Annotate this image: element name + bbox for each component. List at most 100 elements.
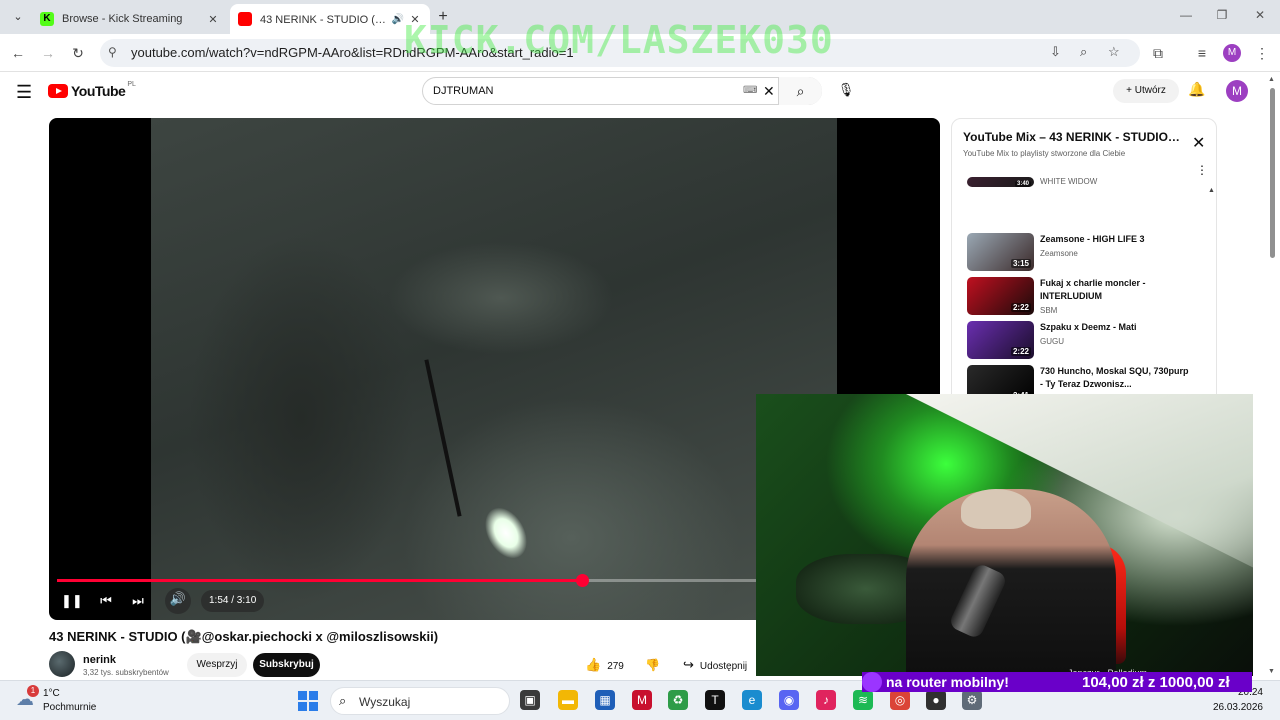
playlist-item[interactable]: 2:22 Fukaj x charlie moncler - INTERLUDIU… <box>967 277 1197 317</box>
playlist-item-title[interactable]: Zeamsone - HIGH LIFE 3 <box>1040 233 1190 246</box>
close-window-icon[interactable]: ✕ <box>1250 8 1270 22</box>
profile-avatar[interactable]: M <box>1223 44 1241 62</box>
forward-icon[interactable]: → <box>38 43 58 63</box>
settings-icon[interactable]: ⚙ <box>962 690 982 710</box>
speaker-icon[interactable]: 🔊 <box>392 14 404 25</box>
duration-badge: 2:22 <box>1010 303 1031 312</box>
back-icon[interactable]: ← <box>8 43 28 63</box>
channel-name[interactable]: nerink <box>83 654 116 666</box>
playlist-thumbnail[interactable]: 3:40 <box>967 177 1034 187</box>
tradingview-icon[interactable]: T <box>705 690 725 710</box>
weather-condition[interactable]: Pochmurnie <box>43 702 96 713</box>
playlist-item-title[interactable]: 730 Huncho, Moskal SQU, 730purp - Ty Ter… <box>1040 365 1190 391</box>
edge-icon[interactable]: e <box>742 690 762 710</box>
youtube-wordmark: YouTube <box>71 83 126 99</box>
close-tab-icon[interactable]: ✕ <box>206 13 220 26</box>
close-playlist-icon[interactable]: ✕ <box>1192 133 1205 153</box>
volume-icon[interactable]: 🔊 <box>165 588 191 614</box>
notifications-bell-icon[interactable]: 🔔 <box>1188 81 1205 98</box>
file-explorer-icon[interactable]: ▬ <box>558 690 578 710</box>
spotify-icon[interactable]: ≋ <box>853 690 873 710</box>
zoom-icon[interactable]: ⌕ <box>1080 44 1087 60</box>
scrollbar-thumb[interactable] <box>1270 88 1275 258</box>
voice-search-icon[interactable]: 🎙 <box>834 78 858 102</box>
playlist-thumbnail[interactable]: 3:15 <box>967 233 1034 271</box>
tab-youtube[interactable]: 43 NERINK - STUDIO (🎥@oskar.piechocki x … <box>230 4 430 34</box>
minimize-icon[interactable]: — <box>1176 8 1196 22</box>
tab-title: Browse - Kick Streaming <box>62 13 183 25</box>
subscribe-button[interactable]: Subskrybuj <box>253 653 320 677</box>
weather-badge: 1 <box>27 685 39 697</box>
youtube-avatar[interactable]: M <box>1226 80 1248 102</box>
create-button[interactable]: + Utwórz <box>1113 79 1179 103</box>
task-view-icon[interactable]: ▣ <box>520 690 540 710</box>
like-button[interactable]: 👍 279 <box>585 653 641 677</box>
next-icon[interactable]: ⏭ <box>129 590 147 612</box>
dislike-button[interactable]: 👎 <box>645 653 665 677</box>
pause-icon[interactable]: ❚❚ <box>61 590 83 612</box>
site-info-icon[interactable]: ⚲ <box>108 45 117 59</box>
youtube-header: ☰ YouTube PL DJTRUMAN ⌨ ✕ ⌕ 🎙 + Utwórz 🔔… <box>0 72 1280 112</box>
reload-icon[interactable]: ↻ <box>68 43 88 63</box>
playlist-item-title[interactable]: Fukaj x charlie moncler - INTERLUDIUM <box>1040 277 1190 303</box>
browser-menu-icon[interactable]: ⋮ <box>1252 43 1272 63</box>
channel-avatar[interactable] <box>49 651 75 677</box>
mcafee-icon[interactable]: M <box>632 690 652 710</box>
playlist-item-channel: Zeamsone <box>1040 249 1078 258</box>
media-control-icon[interactable]: ≡ <box>1192 43 1212 63</box>
previous-icon[interactable]: ⏮ <box>97 590 115 612</box>
clock-date[interactable]: 26.03.2026 <box>1195 702 1263 713</box>
search-button[interactable]: ⌕ <box>778 77 822 105</box>
tab-kick[interactable]: K Browse - Kick Streaming ✕ <box>32 4 228 34</box>
scroll-up-arrow-icon[interactable]: ▲ <box>1268 76 1275 83</box>
menu-hamburger-icon[interactable]: ☰ <box>16 82 32 103</box>
youtube-play-logo-icon <box>48 84 68 98</box>
search-box[interactable]: DJTRUMAN ⌨ ✕ ⌕ <box>422 77 822 105</box>
thumbs-down-icon: 👎 <box>645 658 660 672</box>
recycle-icon[interactable]: ♻ <box>668 690 688 710</box>
bookmark-star-icon[interactable]: ☆ <box>1108 44 1120 60</box>
scroll-up-icon[interactable]: ▲ <box>1208 187 1215 194</box>
discord-icon[interactable]: ◉ <box>779 690 799 710</box>
tiktok-icon[interactable]: ♪ <box>816 690 836 710</box>
taskbar-search[interactable]: ⌕ Wyszukaj <box>330 687 510 715</box>
microsoft-store-icon[interactable]: ▦ <box>595 690 615 710</box>
share-button[interactable]: ↪ Udostępnij <box>683 653 755 677</box>
keyboard-icon[interactable]: ⌨ <box>743 85 757 96</box>
playlist-item[interactable]: 2:22 Szpaku x Deemz - Mati GUGU <box>967 321 1197 361</box>
windows-start-icon[interactable] <box>298 691 318 711</box>
playlist-title[interactable]: YouTube Mix – 43 NERINK - STUDIO (🎥@oska… <box>963 130 1183 144</box>
obs-icon[interactable]: ● <box>926 690 946 710</box>
ticker-message: na router mobilny! <box>886 674 1009 690</box>
maximize-icon[interactable]: ❐ <box>1212 8 1232 22</box>
support-button[interactable]: Wesprzyj <box>187 653 247 677</box>
install-app-icon[interactable]: ⇩ <box>1050 44 1061 60</box>
donation-ticker: na router mobilny! 104,00 zł z 1000,00 z… <box>862 672 1252 692</box>
scroll-down-arrow-icon[interactable]: ▼ <box>1268 668 1275 675</box>
playlist-thumbnail[interactable]: 2:22 <box>967 321 1034 359</box>
plus-icon: + <box>1126 85 1135 96</box>
taskbar-search-placeholder: Wyszukaj <box>359 695 411 709</box>
playlist-thumbnail[interactable]: 2:22 <box>967 277 1034 315</box>
playlist-item[interactable]: 3:15 Zeamsone - HIGH LIFE 3 Zeamsone <box>967 233 1197 273</box>
duration-badge: 3:15 <box>1010 259 1031 268</box>
search-input[interactable]: DJTRUMAN <box>433 85 494 97</box>
stream-url-overlay: KICK.COM/LASZEK030 <box>404 18 834 62</box>
playlist-item-channel: SBM <box>1040 306 1058 315</box>
page-scrollbar[interactable]: ▲ ▼ <box>1268 76 1276 676</box>
tab-search-icon[interactable]: ⌄ <box>8 7 28 27</box>
clear-search-icon[interactable]: ✕ <box>763 83 775 100</box>
more-options-icon[interactable]: ⋮ <box>1196 163 1208 177</box>
playlist-item-title[interactable]: Szpaku x Deemz - Mati <box>1040 321 1190 334</box>
chrome-icon[interactable]: ◎ <box>890 690 910 710</box>
extensions-icon[interactable]: ⧉ <box>1148 43 1168 63</box>
temperature[interactable]: 1°C <box>43 688 60 699</box>
duration-badge: 2:22 <box>1010 347 1031 356</box>
playlist-item-channel: GUGU <box>1040 337 1064 346</box>
youtube-logo[interactable]: YouTube PL <box>48 81 136 99</box>
progress-scrubber[interactable] <box>576 574 589 587</box>
webcam-overlay: Janczur - Palladium <box>756 394 1253 676</box>
youtube-favicon-icon <box>238 12 252 26</box>
playlist-item[interactable]: 3:40 WHITE WIDOW <box>967 177 1197 217</box>
video-cable-shape <box>424 359 462 517</box>
